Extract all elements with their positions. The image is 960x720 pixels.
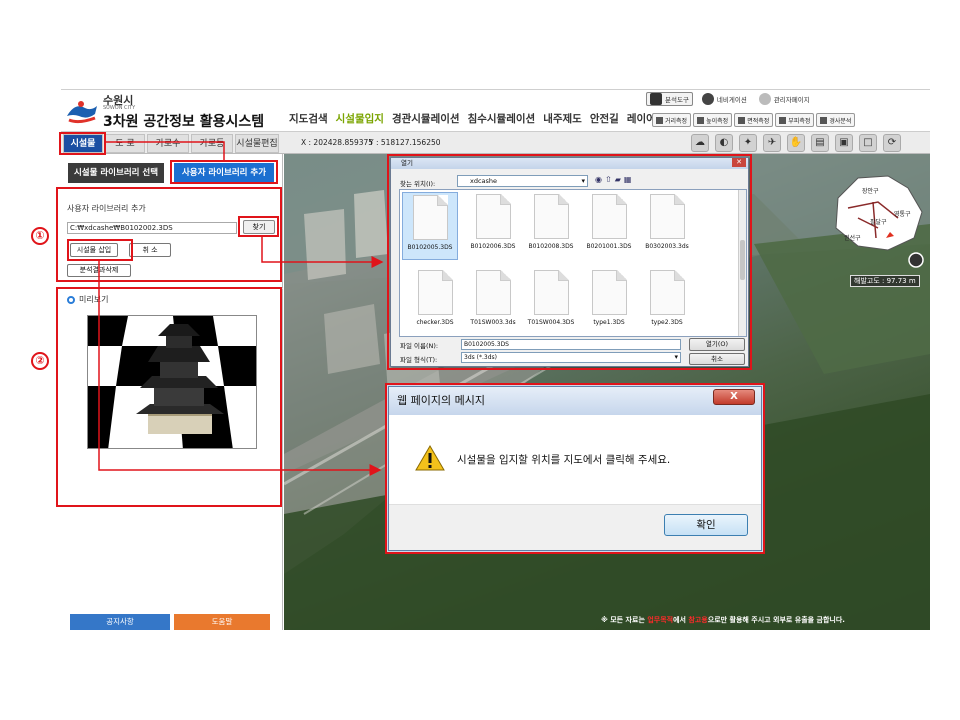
screenshot-stage: 수원시 SUWON CITY 3차원 공간정보 활용시스템 지도검색 시설물입지… (0, 0, 960, 720)
annotation-arrows (98, 141, 384, 476)
